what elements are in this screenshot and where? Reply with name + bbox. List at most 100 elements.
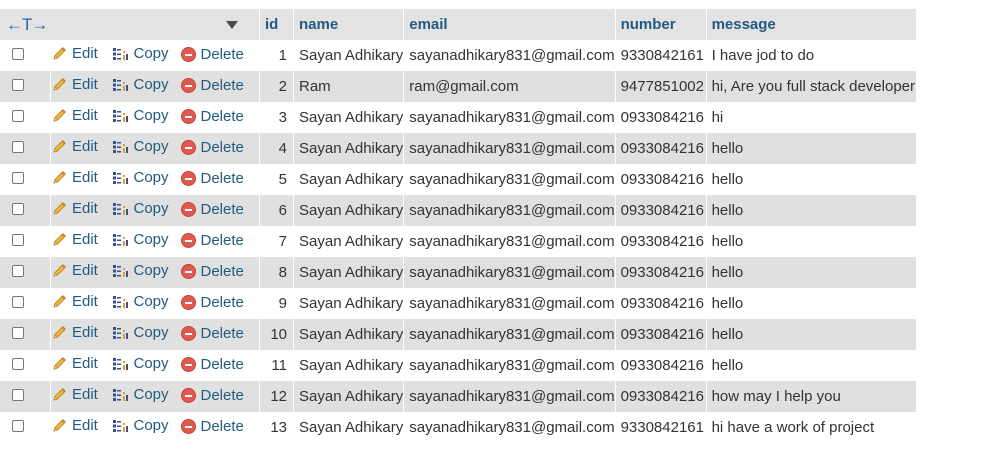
row-checkbox-cell [0, 133, 51, 164]
column-header-id[interactable]: id [259, 9, 294, 40]
delete-icon [180, 170, 196, 186]
edit-link[interactable]: Edit [51, 107, 98, 124]
row-checkbox[interactable] [12, 48, 24, 60]
delete-link[interactable]: Delete [180, 232, 244, 249]
pencil-icon [51, 294, 67, 310]
row-checkbox[interactable] [12, 420, 24, 432]
copy-cell: Copy [112, 288, 181, 319]
copy-link[interactable]: Copy [112, 107, 169, 124]
delete-link[interactable]: Delete [180, 170, 244, 187]
copy-link[interactable]: Copy [112, 231, 169, 248]
edit-link[interactable]: Edit [51, 138, 98, 155]
copy-link[interactable]: Copy [112, 355, 169, 372]
row-checkbox-cell [0, 164, 51, 195]
row-checkbox[interactable] [12, 203, 24, 215]
row-checkbox[interactable] [12, 327, 24, 339]
cell-message: hello [711, 357, 744, 374]
copy-link[interactable]: Copy [112, 169, 169, 186]
edit-link[interactable]: Edit [51, 293, 98, 310]
pencil-icon [51, 356, 67, 372]
copy-link[interactable]: Copy [112, 76, 169, 93]
edit-link[interactable]: Edit [51, 231, 98, 248]
copy-link[interactable]: Copy [112, 45, 169, 62]
edit-label: Edit [72, 355, 98, 373]
delete-cell: Delete [180, 288, 260, 319]
row-checkbox[interactable] [12, 141, 24, 153]
left-right-arrows-icon[interactable]: ←T→ [6, 15, 48, 35]
options-dropdown-icon[interactable] [226, 20, 238, 29]
row-checkbox-cell [0, 226, 51, 257]
delete-link[interactable]: Delete [180, 77, 244, 94]
copy-link[interactable]: Copy [112, 417, 169, 434]
delete-link[interactable]: Delete [180, 356, 244, 373]
delete-cell: Delete [180, 381, 260, 412]
edit-link[interactable]: Edit [51, 169, 98, 186]
copy-icon [112, 418, 129, 434]
copy-label: Copy [133, 200, 169, 218]
column-header-number[interactable]: number [615, 9, 707, 40]
row-checkbox[interactable] [12, 234, 24, 246]
cell-name: Sayan Adhikary [293, 319, 405, 350]
copy-link[interactable]: Copy [112, 200, 169, 217]
pencil-icon [51, 418, 67, 434]
delete-link[interactable]: Delete [180, 263, 244, 280]
delete-link[interactable]: Delete [180, 387, 244, 404]
row-checkbox[interactable] [12, 110, 24, 122]
column-header-email[interactable]: email [403, 9, 616, 40]
edit-link[interactable]: Edit [51, 262, 98, 279]
delete-link[interactable]: Delete [180, 417, 244, 435]
delete-link[interactable]: Delete [180, 46, 244, 63]
delete-link[interactable]: Delete [180, 325, 244, 342]
cell-email: sayanadhikary831@gmail.com [403, 133, 616, 164]
copy-cell: Copy [112, 71, 181, 102]
edit-link[interactable]: Edit [51, 355, 98, 372]
row-checkbox[interactable] [12, 172, 24, 184]
edit-link[interactable]: Edit [51, 324, 98, 341]
delete-link[interactable]: Delete [180, 201, 244, 218]
table-row: Edit Copy [0, 195, 917, 226]
column-header-message[interactable]: message [706, 9, 917, 40]
delete-link[interactable]: Delete [180, 293, 244, 311]
copy-link[interactable]: Copy [112, 138, 169, 155]
row-checkbox[interactable] [12, 389, 24, 401]
copy-cell: Copy [112, 350, 181, 381]
edit-link[interactable]: Edit [51, 45, 98, 62]
edit-cell: Edit [51, 412, 112, 443]
delete-cell: Delete [180, 102, 260, 133]
row-checkbox-cell [0, 195, 51, 226]
table-row: Edit Copy [0, 226, 917, 257]
copy-link[interactable]: Copy [112, 386, 169, 403]
delete-icon [180, 356, 196, 372]
edit-cell: Edit [51, 102, 112, 133]
column-header-name[interactable]: name [293, 9, 405, 40]
cell-number: 9330842161 [615, 40, 707, 71]
table-row: Edit Copy [0, 71, 917, 102]
row-checkbox[interactable] [12, 296, 24, 308]
delete-link[interactable]: Delete [180, 108, 244, 125]
row-checkbox-cell [0, 71, 51, 102]
pencil-icon [51, 387, 67, 403]
cell-message: hello [711, 140, 744, 157]
row-checkbox[interactable] [12, 265, 24, 277]
edit-link[interactable]: Edit [51, 417, 98, 434]
delete-label: Delete [200, 293, 244, 311]
copy-label: Copy [133, 169, 169, 187]
copy-cell: Copy [112, 133, 181, 164]
delete-label: Delete [200, 417, 244, 435]
edit-link[interactable]: Edit [51, 76, 98, 93]
copy-link[interactable]: Copy [112, 324, 169, 341]
edit-link[interactable]: Edit [51, 200, 98, 217]
cell-name: Sayan Adhikary [293, 412, 405, 443]
copy-link[interactable]: Copy [112, 262, 169, 279]
copy-cell: Copy [112, 257, 181, 288]
cell-name: Ram [293, 71, 405, 102]
cell-email: sayanadhikary831@gmail.com [403, 195, 616, 226]
copy-link[interactable]: Copy [112, 293, 169, 310]
edit-label: Edit [72, 262, 98, 280]
delete-icon [180, 232, 196, 248]
delete-link[interactable]: Delete [180, 139, 244, 156]
row-checkbox[interactable] [12, 358, 24, 370]
edit-link[interactable]: Edit [51, 386, 98, 403]
row-checkbox-cell [0, 257, 51, 288]
row-checkbox[interactable] [12, 79, 24, 91]
